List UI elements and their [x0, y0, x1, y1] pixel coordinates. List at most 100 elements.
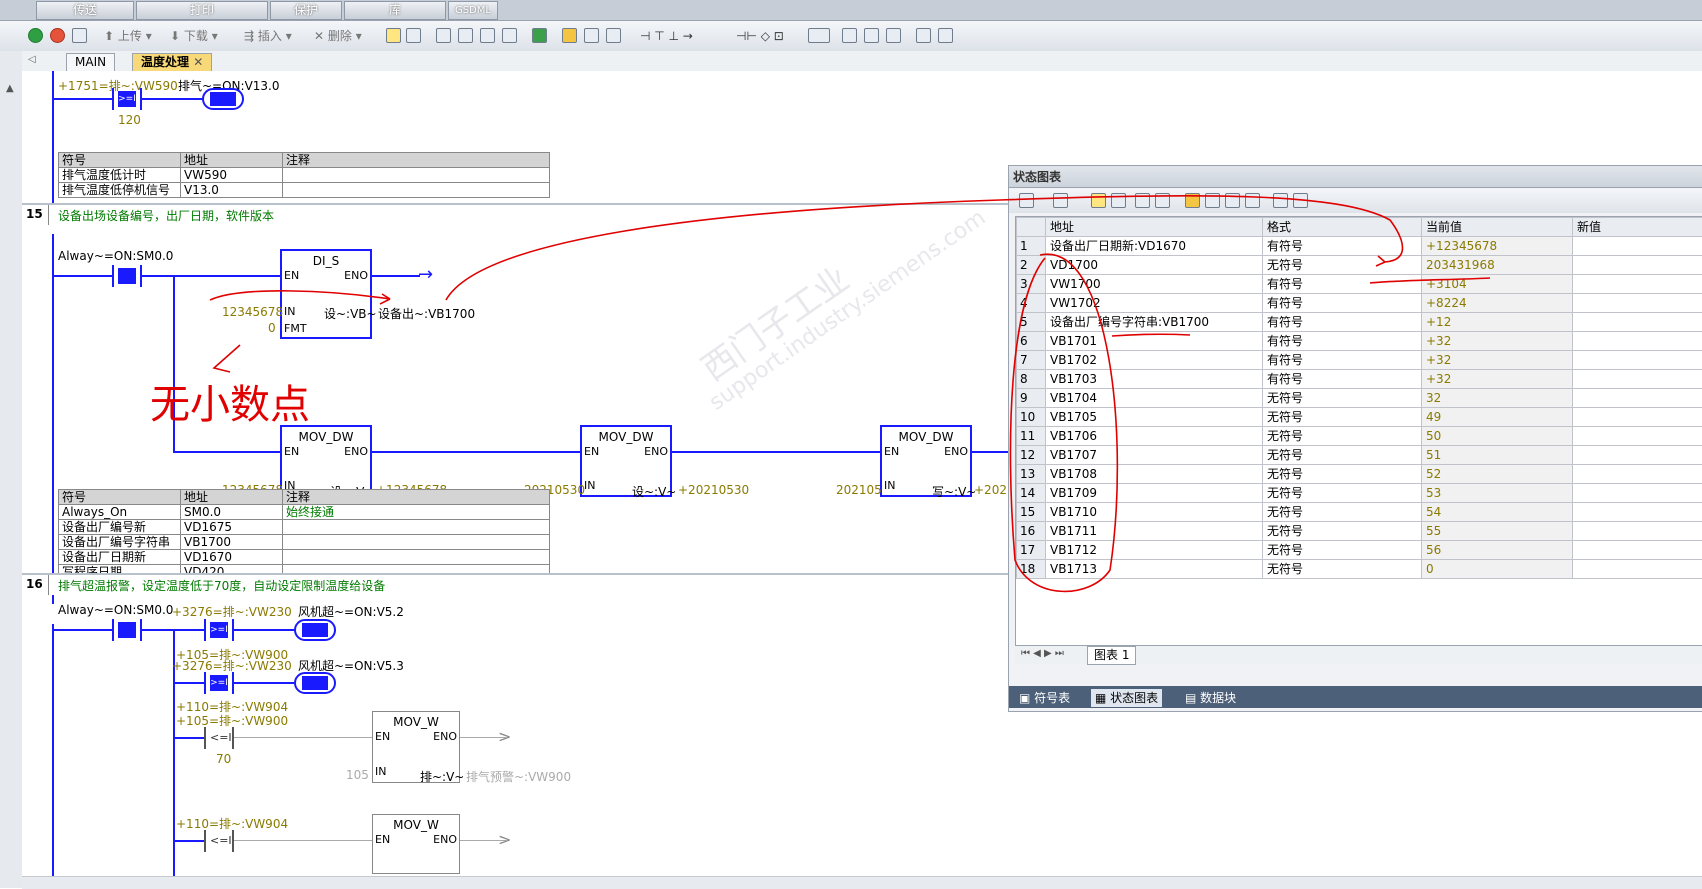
address-cell[interactable]: VB1705	[1046, 408, 1263, 427]
tab-scroll-left-icon[interactable]: ◁	[28, 54, 36, 65]
address-cell[interactable]: VB1710	[1046, 503, 1263, 522]
address-cell[interactable]: VB1701	[1046, 332, 1263, 351]
current-value-cell[interactable]: +12	[1422, 313, 1573, 332]
new-value-cell[interactable]	[1573, 294, 1702, 313]
format-cell[interactable]: 无符号	[1263, 465, 1422, 484]
tab-main[interactable]: MAIN	[66, 53, 115, 71]
chart-status-icon[interactable]	[406, 28, 421, 43]
format-cell[interactable]: 无符号	[1263, 427, 1422, 446]
new-value-cell[interactable]	[1573, 541, 1702, 560]
new-value-cell[interactable]	[1573, 484, 1702, 503]
tab-symbol-table[interactable]: ▣ 符号表	[1015, 689, 1074, 707]
current-value-cell[interactable]: +32	[1422, 351, 1573, 370]
status-chart-grid[interactable]: 地址 格式 当前值 新值 1设备出厂日期新:VD1670有符号+12345678…	[1015, 216, 1702, 646]
format-cell[interactable]: 无符号	[1263, 503, 1422, 522]
tab-status-chart[interactable]: ▦ 状态图表	[1091, 689, 1162, 707]
current-value-cell[interactable]: 49	[1422, 408, 1573, 427]
format-cell[interactable]: 无符号	[1263, 541, 1422, 560]
force-icon[interactable]	[1185, 193, 1200, 208]
chart-icon[interactable]	[1273, 193, 1288, 208]
format-cell[interactable]: 无符号	[1263, 560, 1422, 579]
address-cell[interactable]: VB1706	[1046, 427, 1263, 446]
sheet-nav-icon[interactable]: ⏮ ◀ ▶ ⏭	[1021, 648, 1064, 659]
address-cell[interactable]: VB1702	[1046, 351, 1263, 370]
toolbar-icon-k[interactable]	[938, 28, 953, 43]
status-row[interactable]: 5设备出厂编号字符串:VB1700有符号+12	[1017, 313, 1702, 332]
format-cell[interactable]: 无符号	[1263, 389, 1422, 408]
format-cell[interactable]: 有符号	[1263, 294, 1422, 313]
library-button[interactable]: 库	[344, 1, 446, 20]
compare-contact-inactive[interactable]: <=I	[204, 830, 234, 852]
status-row[interactable]: 8VB1703有符号+32	[1017, 370, 1702, 389]
address-cell[interactable]: VD1700	[1046, 256, 1263, 275]
address-cell[interactable]: VB1703	[1046, 370, 1263, 389]
status-row[interactable]: 6VB1701有符号+32	[1017, 332, 1702, 351]
compare-contact[interactable]: >=I	[112, 88, 142, 110]
status-row[interactable]: 4VW1702有符号+8224	[1017, 294, 1702, 313]
address-cell[interactable]: VB1713	[1046, 560, 1263, 579]
download-button[interactable]: ⬇ 下载 ▾	[170, 28, 218, 44]
new-value-cell[interactable]	[1573, 332, 1702, 351]
current-value-cell[interactable]: 32	[1422, 389, 1573, 408]
address-cell[interactable]: 设备出厂编号字符串:VB1700	[1046, 313, 1263, 332]
go-icon[interactable]	[532, 28, 547, 43]
address-cell[interactable]: VB1712	[1046, 541, 1263, 560]
format-header[interactable]: 格式	[1263, 218, 1422, 237]
current-value-cell[interactable]: +32	[1422, 332, 1573, 351]
toolbar-icon-b[interactable]	[458, 28, 473, 43]
current-value-cell[interactable]: +12345678	[1422, 237, 1573, 256]
status-row[interactable]: 12VB1707无符号51	[1017, 446, 1702, 465]
di-s-block[interactable]: DI_S EN ENO IN FMT	[280, 249, 372, 339]
format-cell[interactable]: 有符号	[1263, 332, 1422, 351]
status-row[interactable]: 13VB1708无符号52	[1017, 465, 1702, 484]
always-on-contact[interactable]	[112, 619, 142, 641]
mov-w-block-2[interactable]: MOV_W EN ENO	[372, 814, 460, 874]
output-coil[interactable]	[294, 619, 336, 641]
format-cell[interactable]: 有符号	[1263, 237, 1422, 256]
run-icon[interactable]	[28, 28, 43, 43]
address-cell[interactable]: VB1711	[1046, 522, 1263, 541]
pause-icon[interactable]	[1111, 193, 1126, 208]
add-row-icon[interactable]	[1019, 193, 1034, 208]
horizontal-scrollbar[interactable]	[22, 876, 1702, 889]
current-value-cell[interactable]: +3104	[1422, 275, 1573, 294]
new-value-cell[interactable]	[1573, 560, 1702, 579]
gsdml-button[interactable]: GSDML	[448, 1, 498, 20]
format-cell[interactable]: 有符号	[1263, 313, 1422, 332]
status-row[interactable]: 16VB1711无符号55	[1017, 522, 1702, 541]
new-value-cell[interactable]	[1573, 503, 1702, 522]
delete-button[interactable]: ✕ 删除 ▾	[314, 28, 362, 44]
lock-icon[interactable]	[562, 28, 577, 43]
sheet-tab-chart1[interactable]: 图表 1	[1087, 646, 1136, 665]
current-value-cell[interactable]: +8224	[1422, 294, 1573, 313]
output-coil[interactable]	[294, 672, 336, 694]
current-value-cell[interactable]: +32	[1422, 370, 1573, 389]
format-cell[interactable]: 无符号	[1263, 484, 1422, 503]
new-value-cell[interactable]	[1573, 313, 1702, 332]
output-coil[interactable]	[202, 88, 244, 110]
toolbar-icon-d[interactable]	[502, 28, 517, 43]
toolbar-icon-e[interactable]	[584, 28, 599, 43]
toolbar-icon-c[interactable]	[480, 28, 495, 43]
dropdown-icon[interactable]	[1293, 193, 1308, 208]
new-value-cell[interactable]	[1573, 446, 1702, 465]
current-value-cell[interactable]: 50	[1422, 427, 1573, 446]
status-chart-window[interactable]: 状态图表 地址 格式 当前值 新值 1设备出厂日期新:VD1670有符号+123…	[1008, 165, 1702, 712]
tab-temperature[interactable]: 温度处理 ✕	[132, 53, 212, 71]
transfer-button[interactable]: 传送	[36, 1, 134, 20]
new-value-cell[interactable]	[1573, 522, 1702, 541]
status-row[interactable]: 11VB1706无符号50	[1017, 427, 1702, 446]
new-value-cell[interactable]	[1573, 408, 1702, 427]
monitor-icon[interactable]	[1091, 193, 1106, 208]
current-value-cell[interactable]: 52	[1422, 465, 1573, 484]
new-value-cell[interactable]	[1573, 370, 1702, 389]
new-value-cell[interactable]	[1573, 389, 1702, 408]
current-value-header[interactable]: 当前值	[1422, 218, 1573, 237]
format-cell[interactable]: 有符号	[1263, 275, 1422, 294]
write-icon[interactable]	[1155, 193, 1170, 208]
compile-icon[interactable]	[72, 28, 87, 43]
address-cell[interactable]: VB1707	[1046, 446, 1263, 465]
insert-button[interactable]: ⇶ 插入 ▾	[244, 28, 292, 44]
current-value-cell[interactable]: 54	[1422, 503, 1573, 522]
always-on-contact[interactable]	[112, 265, 142, 287]
